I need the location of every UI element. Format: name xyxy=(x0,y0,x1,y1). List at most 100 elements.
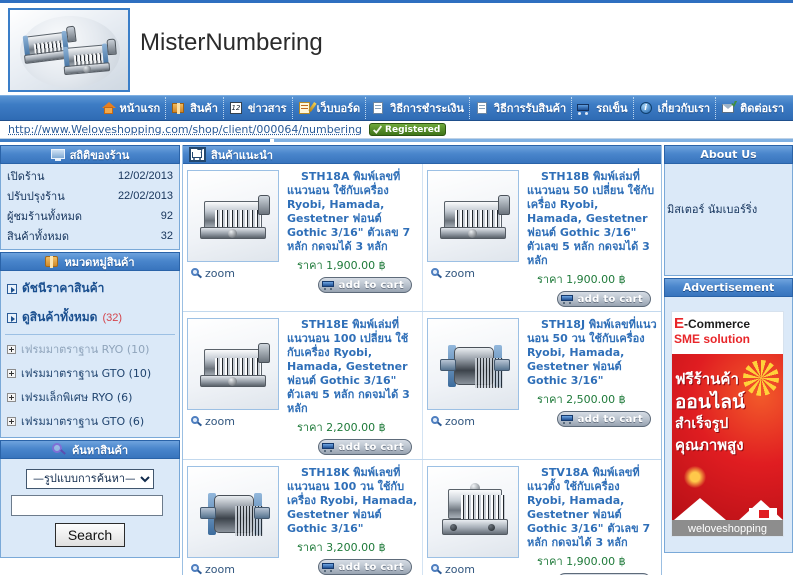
calendar-icon: 12 xyxy=(229,102,242,114)
zoom-label: zoom xyxy=(205,415,235,428)
sidebar-item-ryo-small-6[interactable]: เฟรมเล็กพิเศษ RYO (6) xyxy=(1,385,179,409)
nav-item-products[interactable]: สินค้า xyxy=(166,97,224,119)
product-title[interactable]: STH18E พิมพ์เล่มที่แนวนอน 100 เปลี่ยน ใช… xyxy=(287,318,418,416)
product-card-sth18e: zoom STH18E พิมพ์เล่มที่แนวนอน 100 เปลี่… xyxy=(183,312,422,459)
price-value: 1,900.00 xyxy=(566,273,616,286)
add-to-cart-button[interactable]: add to cart xyxy=(317,277,412,293)
product-thumb-wrap: zoom xyxy=(187,466,283,575)
product-title[interactable]: STH18K พิมพ์เลขที่แนวนอน 100 วน ใช้กับเค… xyxy=(287,466,418,536)
nav-item-webboard[interactable]: เว็บบอร์ด xyxy=(293,97,367,119)
product-price: ราคา 1,900.00 ฿ xyxy=(527,552,657,570)
price-value: 1,900.00 xyxy=(566,555,616,568)
stats-panel-header: สถิติของร้าน xyxy=(0,145,180,164)
houses-illustration xyxy=(672,480,783,520)
search-type-select[interactable]: —รูปแบบการค้นหา— xyxy=(26,468,154,489)
product-image[interactable] xyxy=(427,170,519,262)
product-title[interactable]: STH18A พิมพ์เลขที่แนวนอน ใช้กับเครื่อง R… xyxy=(287,170,418,254)
product-image[interactable] xyxy=(187,318,279,410)
cart-icon xyxy=(321,280,335,290)
add-to-cart-button[interactable]: add to cart xyxy=(317,439,412,455)
zoom-link[interactable]: zoom xyxy=(191,563,283,575)
expand-plus-icon[interactable] xyxy=(7,416,16,426)
sidebar-item-gto-standard-6[interactable]: เฟรมมาตราฐาน GTO (6) xyxy=(1,409,179,433)
arrow-square-icon xyxy=(7,312,17,323)
price-value: 2,200.00 xyxy=(326,421,376,434)
nav-label: สินค้า xyxy=(190,102,218,115)
add-to-cart-button[interactable]: add to cart xyxy=(556,291,651,307)
price-prefix: ราคา xyxy=(537,555,563,568)
nav-item-about[interactable]: i เกี่ยวกับเรา xyxy=(634,97,717,119)
expand-plus-icon[interactable] xyxy=(7,392,16,402)
zoom-link[interactable]: zoom xyxy=(191,267,283,280)
price-value: 1,900.00 xyxy=(326,259,376,272)
product-title[interactable]: STV18A พิมพ์เลขที่แนวตั้ง ใช้กับเครื่อง … xyxy=(527,466,657,550)
sidebar-item-ryo-standard-10[interactable]: เฟรมมาตราฐาน RYO (10) xyxy=(1,337,179,361)
product-thumb-wrap: zoom xyxy=(427,466,523,575)
product-row: zoom STH18A พิมพ์เลขที่แนวนอน ใช้กับเครื… xyxy=(183,164,661,312)
main-navigation: หน้าแรก สินค้า 12 ข่าวสาร เว็บบอร์ด วิธี… xyxy=(0,95,793,121)
nav-item-contact[interactable]: ติดต่อเรา xyxy=(716,97,789,119)
info-icon: i xyxy=(639,101,654,115)
sidebar-item-all-products[interactable]: ดูสินค้าทั้งหมด (32) xyxy=(1,303,179,332)
stats-panel-body: เปิดร้าน 12/02/2013 ปรับปรุงร้าน 22/02/2… xyxy=(0,164,180,250)
product-image[interactable] xyxy=(187,170,279,262)
nav-label: ข่าวสาร xyxy=(247,102,287,115)
sidebar-item-label: ดัชนีราคาสินค้า xyxy=(22,281,105,295)
product-info: STV18A พิมพ์เลขที่แนวตั้ง ใช้กับเครื่อง … xyxy=(523,466,657,575)
add-to-cart-label: add to cart xyxy=(338,279,404,291)
product-card-sth18j: zoom STH18J พิมพ์เลขที่แนวนอน 50 วน ใช้ก… xyxy=(422,312,661,459)
search-button[interactable]: Search xyxy=(54,522,126,547)
zoom-label: zoom xyxy=(205,563,235,575)
product-image[interactable] xyxy=(427,466,519,558)
zoom-link[interactable]: zoom xyxy=(431,267,523,280)
product-row: zoom STH18E พิมพ์เล่มที่แนวนอน 100 เปลี่… xyxy=(183,312,661,460)
shop-logo[interactable] xyxy=(8,8,130,92)
nav-item-delivery[interactable]: วิธีการรับสินค้า xyxy=(470,97,573,119)
product-info: STH18B พิมพ์เล่มที่แนวนอน 50 เปลี่ยน ใช้… xyxy=(523,170,657,307)
price-prefix: ราคา xyxy=(297,259,323,272)
sidebar-item-label: เฟรมมาตราฐาน GTO (6) xyxy=(21,415,145,428)
zoom-label: zoom xyxy=(445,415,475,428)
product-title[interactable]: STH18B พิมพ์เล่มที่แนวนอน 50 เปลี่ยน ใช้… xyxy=(527,170,657,268)
numbering-machine-logo-right xyxy=(61,38,117,78)
product-info: STH18J พิมพ์เลขที่แนวนอน 50 วน ใช้กับเคร… xyxy=(523,318,657,455)
shop-url-link[interactable]: http://www.Weloveshopping.com/shop/clien… xyxy=(8,123,362,136)
cart-icon xyxy=(321,442,335,452)
nav-item-home[interactable]: หน้าแรก xyxy=(96,97,167,119)
zoom-link[interactable]: zoom xyxy=(431,563,523,575)
product-title[interactable]: STH18J พิมพ์เลขที่แนวนอน 50 วน ใช้กับเคร… xyxy=(527,318,657,388)
product-card-sth18b: zoom STH18B พิมพ์เล่มที่แนวนอน 50 เปลี่ย… xyxy=(422,164,661,311)
zoom-link[interactable]: zoom xyxy=(191,415,283,428)
product-price: ราคา 1,900.00 ฿ xyxy=(287,256,418,274)
product-image[interactable] xyxy=(427,318,519,410)
status-badge-label: Registered xyxy=(385,124,441,135)
sidebar-item-price-index[interactable]: ดัชนีราคาสินค้า xyxy=(1,274,179,303)
add-to-cart-button[interactable]: add to cart xyxy=(317,559,412,575)
sidebar-item-label: เฟรมมาตราฐาน RYO (10) xyxy=(21,343,150,356)
search-input[interactable] xyxy=(11,494,163,516)
expand-plus-icon[interactable] xyxy=(7,344,16,354)
zoom-link[interactable]: zoom xyxy=(431,415,523,428)
nav-label: เว็บบอร์ด xyxy=(316,102,361,115)
main-content: สินค้าแนะนำ zoom STH18A พิมพ์เลขที่แนวนอ… xyxy=(182,145,662,575)
nav-item-payment[interactable]: วิธีการชำระเงิน xyxy=(366,97,470,119)
categories-panel-body: ดัชนีราคาสินค้า ดูสินค้าทั้งหมด (32) เฟร… xyxy=(0,271,180,438)
featured-products-title: สินค้าแนะนำ xyxy=(211,148,273,162)
magnifier-icon xyxy=(51,443,67,456)
nav-item-news[interactable]: 12 ข่าวสาร xyxy=(224,97,293,119)
expand-plus-icon[interactable] xyxy=(7,368,16,378)
nav-item-cart[interactable]: รถเข็น xyxy=(572,97,634,119)
advertisement-banner[interactable]: E-Commerce SME solution ฟรีร้านค้า ออนไล… xyxy=(671,311,784,537)
nav-label: วิธีการรับสินค้า xyxy=(493,102,567,115)
add-to-cart-button[interactable]: add to cart xyxy=(556,411,651,427)
product-image[interactable] xyxy=(187,466,279,558)
table-row: สินค้าทั้งหมด 32 xyxy=(1,226,179,246)
url-underline-right xyxy=(274,139,793,142)
magnifier-icon xyxy=(431,416,443,427)
status-badge: Registered xyxy=(369,123,447,136)
advertisement-body: E-Commerce SME solution ฟรีร้านค้า ออนไล… xyxy=(664,297,793,553)
box-icon xyxy=(171,101,186,115)
sidebar-item-gto-standard-10[interactable]: เฟรมมาตราฐาน GTO (10) xyxy=(1,361,179,385)
right-sidebar: About Us มิสเตอร์ นัมเบอร์ริ่ง Advertise… xyxy=(664,145,793,575)
add-to-cart-label: add to cart xyxy=(338,441,404,453)
